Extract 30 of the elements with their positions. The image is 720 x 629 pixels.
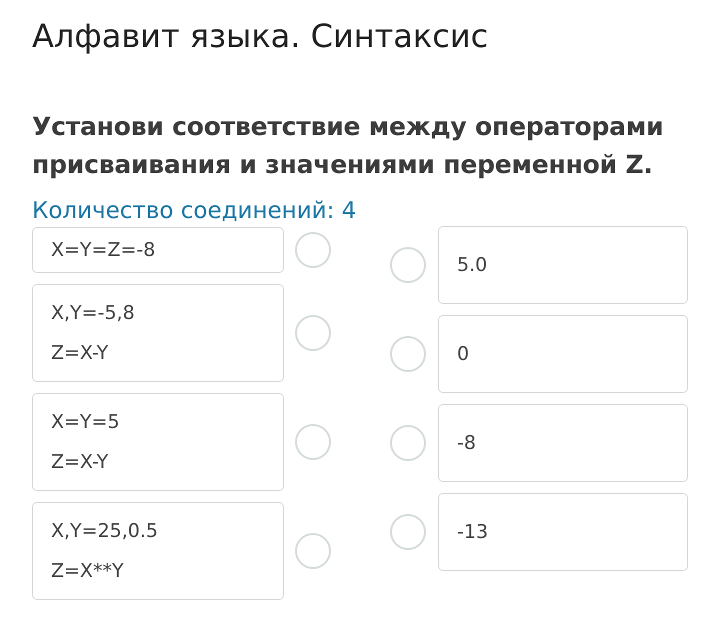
- connection-point[interactable]: [390, 336, 426, 372]
- statement-card[interactable]: X=Y=Z=-8: [32, 226, 284, 273]
- answer-value: 0: [457, 342, 470, 365]
- statement-line: X=Y=Z=-8: [51, 238, 156, 263]
- connection-point[interactable]: [295, 532, 331, 569]
- statement-line: X,Y=-5,8: [51, 300, 136, 326]
- answer-card[interactable]: -8: [438, 404, 688, 482]
- statement-line: Z=X-Y: [51, 340, 110, 366]
- statement-line: X,Y=25,0.5: [51, 518, 160, 544]
- answer-card[interactable]: -13: [438, 492, 688, 571]
- answer-card[interactable]: 5.0: [438, 226, 688, 304]
- statement-line: Z=X-Y: [51, 450, 110, 475]
- connection-point[interactable]: [295, 232, 331, 268]
- statement-card[interactable]: X,Y=25,0.5 Z=X**Y: [32, 502, 284, 600]
- connection-point[interactable]: [390, 246, 426, 283]
- connection-point[interactable]: [390, 424, 426, 461]
- answer-card[interactable]: 0: [438, 314, 688, 393]
- page-title: Алфавит языка. Синтаксис: [32, 16, 490, 57]
- connection-point[interactable]: [295, 424, 331, 460]
- answer-value: -8: [457, 432, 476, 454]
- connection-point[interactable]: [295, 314, 331, 351]
- statement-line: Z=X**Y: [51, 558, 125, 584]
- connection-point[interactable]: [390, 514, 426, 550]
- statement-line: X=Y=5: [51, 410, 121, 435]
- question-text: Установи соответствие между операторами присваивания и значениями переменной Z.: [32, 110, 664, 181]
- statement-card[interactable]: X=Y=5 Z=X-Y: [32, 392, 284, 491]
- answer-value: 5.0: [457, 254, 488, 276]
- connections-count: Количество соединений: 4: [32, 198, 358, 224]
- statement-card[interactable]: X,Y=-5,8 Z=X-Y: [32, 284, 284, 382]
- answer-value: -13: [457, 520, 488, 543]
